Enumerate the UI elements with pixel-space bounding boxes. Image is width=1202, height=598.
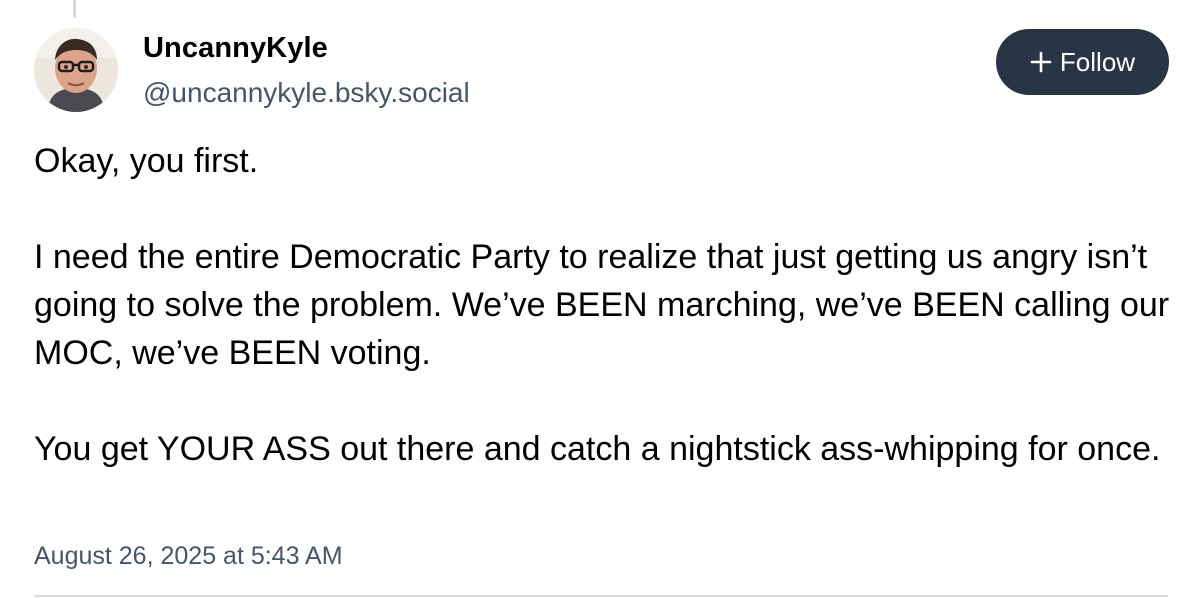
divider [34, 595, 1168, 597]
follow-button-label: Follow [1059, 46, 1136, 77]
post-timestamp[interactable]: August 26, 2025 at 5:43 AM [34, 542, 343, 571]
post-paragraph: You get YOUR ASS out there and catch a n… [34, 430, 1161, 468]
post-paragraph: Okay, you first. [34, 142, 259, 180]
follow-button[interactable]: Follow [996, 29, 1169, 95]
avatar[interactable] [34, 28, 118, 112]
thread-connector-line [73, 0, 76, 18]
post-text: Okay, you first. I need the entire Democ… [34, 137, 1184, 473]
author-handle[interactable]: @uncannykyle.bsky.social [143, 77, 470, 109]
avatar-photo [34, 28, 118, 112]
post-paragraph: I need the entire Democratic Party to re… [34, 238, 1170, 372]
plus-icon [1030, 51, 1052, 73]
author-display-name[interactable]: UncannyKyle [143, 32, 328, 65]
